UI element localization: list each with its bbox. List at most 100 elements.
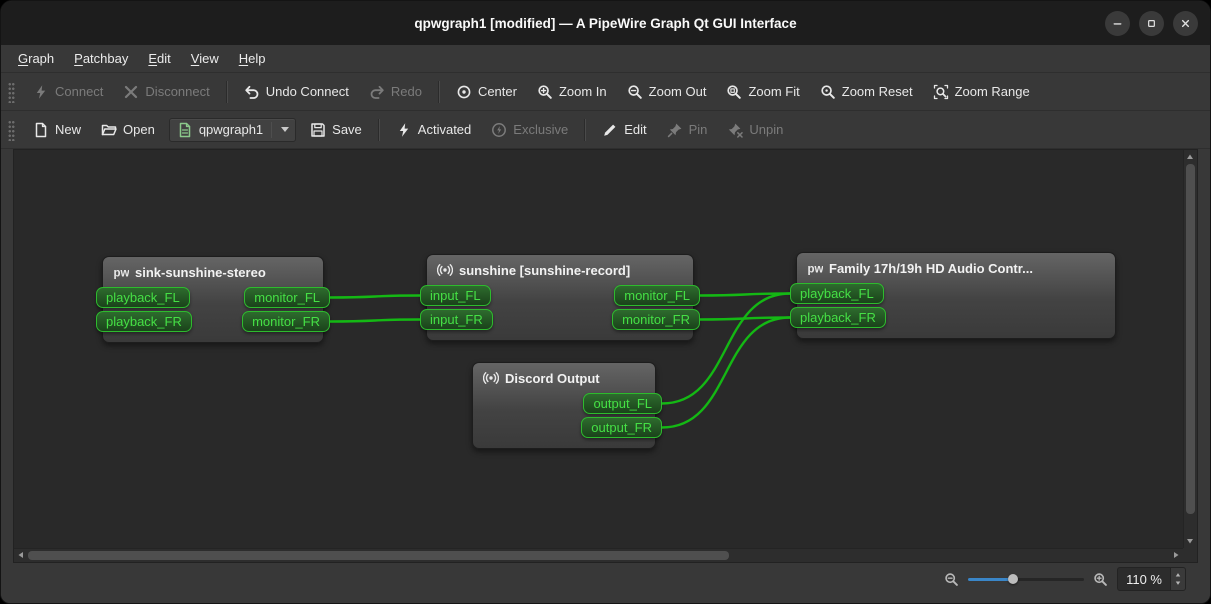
scroll-right-arrow[interactable] — [1172, 551, 1180, 559]
qpwgraph-window: qpwgraph1 [modified] — A PipeWire Graph … — [0, 0, 1211, 604]
open-folder-icon — [101, 122, 117, 138]
edit-button[interactable]: Edit — [593, 117, 655, 143]
toolbar-separator — [438, 81, 440, 103]
vertical-scrollbar[interactable] — [1183, 150, 1197, 548]
pin-icon — [667, 122, 683, 138]
port-input_FR[interactable]: input_FR — [420, 309, 493, 330]
port-playback_FL[interactable]: playback_FL — [96, 287, 190, 308]
zoom-range-button[interactable]: Zoom Range — [924, 79, 1039, 105]
unpin-button[interactable]: Unpin — [718, 117, 792, 143]
menu-edit[interactable]: Edit — [139, 47, 179, 70]
activated-icon — [396, 122, 412, 138]
save-button[interactable]: Save — [301, 117, 371, 143]
port-output_FL[interactable]: output_FL — [583, 393, 662, 414]
zoom-slider[interactable] — [968, 571, 1084, 587]
new-button[interactable]: New — [24, 117, 90, 143]
connection-sunshine-monitor_FL-to-family-playback_FL[interactable] — [700, 294, 790, 296]
port-monitor_FL[interactable]: monitor_FL — [614, 285, 700, 306]
scrollbar-corner — [1183, 548, 1197, 562]
zoom-in-icon[interactable] — [1093, 572, 1108, 587]
zoom-value: 110 % — [1118, 568, 1170, 590]
port-monitor_FR[interactable]: monitor_FR — [612, 309, 700, 330]
zoom-reset-icon — [820, 84, 836, 100]
port-playback_FL[interactable]: playback_FL — [790, 283, 884, 304]
zoom-out-icon[interactable] — [944, 572, 959, 587]
minimize-button[interactable] — [1105, 11, 1130, 36]
menu-help[interactable]: Help — [230, 47, 275, 70]
open-button[interactable]: Open — [92, 117, 164, 143]
menu-view[interactable]: View — [182, 47, 228, 70]
titlebar[interactable]: qpwgraph1 [modified] — A PipeWire Graph … — [1, 1, 1210, 45]
close-button[interactable] — [1173, 11, 1198, 36]
center-button[interactable]: Center — [447, 79, 526, 105]
connection-sink-monitor_FR-to-sunshine-input_FR[interactable] — [330, 320, 420, 322]
zoom-in-button[interactable]: Zoom In — [528, 79, 616, 105]
monitor-icon — [437, 262, 453, 278]
undo-connect-button[interactable]: Undo Connect — [235, 79, 358, 105]
connect-button[interactable]: Connect — [24, 79, 112, 105]
zoom-out-button-label: Zoom Out — [649, 84, 707, 99]
patchbay-combo[interactable]: qpwgraph1 — [169, 118, 296, 142]
zoom-fit-button[interactable]: Zoom Fit — [717, 79, 808, 105]
redo-icon — [369, 84, 385, 100]
port-input_FL[interactable]: input_FL — [420, 285, 491, 306]
horizontal-scrollbar-thumb[interactable] — [28, 551, 729, 560]
disconnect-button[interactable]: Disconnect — [114, 79, 218, 105]
zoom-slider-thumb[interactable] — [1008, 574, 1018, 584]
toolbar-grip[interactable] — [8, 119, 15, 141]
zoom-reset-button[interactable]: Zoom Reset — [811, 79, 922, 105]
edit-icon — [602, 122, 618, 138]
redo-button[interactable]: Redo — [360, 79, 431, 105]
node-discord[interactable]: Discord Outputoutput_FLoutput_FR — [472, 362, 656, 449]
maximize-button[interactable] — [1139, 11, 1164, 36]
zoom-out-button[interactable]: Zoom Out — [618, 79, 716, 105]
toolbar-file: New Open qpwgraph1Save Activated Exclusive Ed… — [1, 111, 1210, 149]
menu-graph[interactable]: Graph — [9, 47, 63, 70]
horizontal-scrollbar[interactable] — [14, 548, 1183, 562]
center-icon — [456, 84, 472, 100]
toolbar-grip[interactable] — [8, 81, 15, 103]
zoom-spinbox[interactable]: 110 % — [1117, 567, 1186, 591]
vertical-scrollbar-thumb[interactable] — [1186, 164, 1195, 514]
connection-sink-monitor_FL-to-sunshine-input_FL[interactable] — [330, 296, 420, 298]
node-title: Discord Output — [505, 371, 600, 386]
scroll-up-arrow[interactable] — [1186, 153, 1194, 161]
port-playback_FR[interactable]: playback_FR — [790, 307, 886, 328]
node-sink[interactable]: pwsink-sunshine-stereoplayback_FLplaybac… — [102, 256, 324, 343]
new-file-icon — [33, 122, 49, 138]
port-monitor_FL[interactable]: monitor_FL — [244, 287, 330, 308]
exclusive-button[interactable]: Exclusive — [482, 117, 577, 143]
patchbay-file-icon — [177, 122, 193, 138]
port-playback_FR[interactable]: playback_FR — [96, 311, 192, 332]
port-output_FR[interactable]: output_FR — [581, 417, 662, 438]
node-family[interactable]: pwFamily 17h/19h HD Audio Contr...playba… — [796, 252, 1116, 339]
scroll-down-arrow[interactable] — [1186, 537, 1194, 545]
canvas-area: pwsink-sunshine-stereoplayback_FLplaybac… — [13, 149, 1198, 563]
toolbar-main: Connect Disconnect Undo ConnectRedo Center Z… — [1, 73, 1210, 111]
connect-icon — [33, 84, 49, 100]
connection-sunshine-monitor_FR-to-family-playback_FR[interactable] — [700, 318, 790, 320]
node-title: sink-sunshine-stereo — [135, 265, 266, 280]
activated-button-label: Activated — [418, 122, 471, 137]
disconnect-button-label: Disconnect — [145, 84, 209, 99]
toolbar-separator — [584, 119, 586, 141]
unpin-icon — [727, 122, 743, 138]
center-button-label: Center — [478, 84, 517, 99]
node-sunshine[interactable]: sunshine [sunshine-record]input_FLinput_… — [426, 254, 694, 341]
zoom-out-icon — [627, 84, 643, 100]
pin-button[interactable]: Pin — [658, 117, 717, 143]
activated-button[interactable]: Activated — [387, 117, 480, 143]
node-header: pwsink-sunshine-stereo — [103, 257, 323, 284]
toolbar-separator — [378, 119, 380, 141]
spin-up-arrow[interactable] — [1174, 572, 1182, 578]
menu-bar: GraphPatchbayEditViewHelp — [1, 45, 1210, 73]
spin-down-arrow[interactable] — [1174, 580, 1182, 586]
port-monitor_FR[interactable]: monitor_FR — [242, 311, 330, 332]
maximize-icon — [1145, 17, 1158, 30]
graph-canvas[interactable]: pwsink-sunshine-stereoplayback_FLplaybac… — [14, 150, 1183, 548]
zoom-spin-arrows — [1170, 568, 1185, 590]
open-button-label: Open — [123, 122, 155, 137]
zoom-range-button-label: Zoom Range — [955, 84, 1030, 99]
menu-patchbay[interactable]: Patchbay — [65, 47, 137, 70]
scroll-left-arrow[interactable] — [17, 551, 25, 559]
